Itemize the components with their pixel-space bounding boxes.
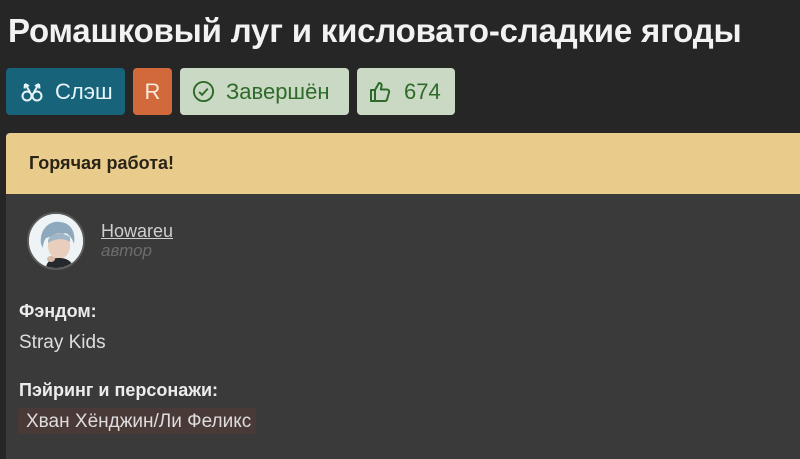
pairing-label: Пэйринг и персонажи: bbox=[19, 380, 219, 400]
likes-count: 674 bbox=[404, 78, 441, 104]
author-name-link[interactable]: Howareu bbox=[101, 221, 173, 241]
author-block: Howareu автор bbox=[27, 212, 173, 270]
direction-badge[interactable]: Слэш bbox=[6, 68, 125, 115]
work-title: Ромашковый луг и кисловато-сладкие ягоды bbox=[8, 12, 742, 49]
status-label: Завершён bbox=[226, 78, 330, 104]
rating-label: R bbox=[144, 78, 161, 104]
badge-row: Слэш R Завершён 674 bbox=[6, 68, 463, 115]
author-role: автор bbox=[101, 241, 153, 260]
fandom-label: Фэндом: bbox=[19, 301, 97, 321]
fandom-value[interactable]: Stray Kids bbox=[19, 332, 106, 354]
slash-direction-icon bbox=[21, 81, 43, 103]
direction-label: Слэш bbox=[55, 78, 113, 104]
rating-badge[interactable]: R bbox=[133, 68, 172, 115]
likes-badge[interactable]: 674 bbox=[357, 68, 455, 115]
thumbs-up-icon bbox=[368, 80, 392, 104]
avatar[interactable] bbox=[27, 212, 85, 270]
hot-work-banner: Горячая работа! bbox=[6, 133, 800, 194]
check-circle-icon bbox=[192, 80, 215, 103]
status-badge[interactable]: Завершён bbox=[180, 68, 349, 115]
work-info-card: Горячая работа! Howareu автор Фэндом: St… bbox=[6, 133, 800, 459]
pairing-chip[interactable]: Хван Хёнджин/Ли Феликс bbox=[18, 408, 257, 434]
hot-work-text: Горячая работа! bbox=[29, 153, 175, 173]
